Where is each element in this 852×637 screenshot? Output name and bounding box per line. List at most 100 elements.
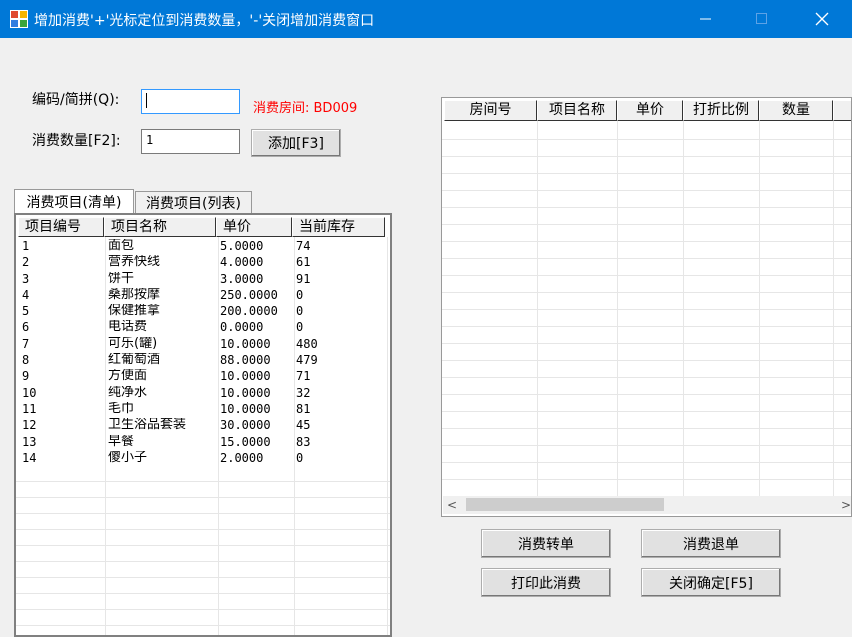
item-stock: 479	[296, 353, 318, 368]
item-code: 10	[22, 385, 37, 400]
grid-gridlines	[442, 121, 851, 496]
horizontal-scrollbar[interactable]: < >	[443, 496, 851, 514]
room-info: 消费房间: BD009	[253, 101, 358, 116]
item-price: 10.0000	[220, 369, 271, 384]
item-name: 保健推拿	[108, 304, 161, 319]
column-header[interactable]: 当前库存	[292, 217, 385, 237]
list-item[interactable]: 4 桑那按摩 250.0000 0	[18, 288, 388, 304]
item-price: 250.0000	[220, 287, 278, 302]
app-icon	[10, 10, 28, 28]
item-price: 15.0000	[220, 434, 271, 449]
item-name: 傻小子	[108, 450, 148, 465]
item-name: 电话费	[108, 320, 148, 335]
item-code: 1	[22, 239, 30, 253]
list-item[interactable]: 3 饼干 3.0000 91	[18, 272, 388, 288]
item-stock: 61	[296, 255, 311, 270]
item-name: 营养快线	[108, 255, 161, 270]
minimize-button[interactable]	[683, 0, 729, 38]
list-item[interactable]: 14 傻小子 2.0000 0	[18, 451, 388, 467]
column-header[interactable]: 打折比例	[683, 100, 759, 121]
item-code: 13	[22, 434, 37, 449]
item-price: 4.0000	[220, 255, 264, 270]
item-stock: 0	[296, 304, 304, 319]
consumption-grid[interactable]: 房间号 项目名称 单价 打折比例 数量 < >	[441, 97, 852, 517]
item-code: 4	[22, 287, 30, 302]
item-price: 10.0000	[220, 401, 271, 416]
item-stock: 0	[296, 287, 304, 302]
item-code: 2	[22, 255, 30, 270]
item-list[interactable]: 项目编号 项目名称 单价 当前库存 1 面包 5.0000 74 2 营养快线 4.000…	[14, 213, 392, 637]
item-price: 2.0000	[220, 450, 264, 465]
text-cursor	[146, 93, 147, 108]
scroll-right-arrow[interactable]: >	[841, 498, 851, 512]
item-price: 5.0000	[220, 239, 264, 253]
item-code: 6	[22, 320, 30, 335]
scrollbar-thumb[interactable]	[466, 498, 664, 511]
item-list-body: 1 面包 5.0000 74 2 营养快线 4.0000 61 3 饼干 3.0000 9 1 4 桑…	[18, 239, 388, 467]
list-item[interactable]: 8 红葡萄酒 88.0000 479	[18, 353, 388, 369]
scroll-left-arrow[interactable]: <	[447, 498, 457, 512]
column-header[interactable]: 项目名称	[537, 100, 617, 121]
column-header[interactable]: 项目名称	[104, 217, 216, 237]
add-button[interactable]: 添加[F3]	[251, 129, 341, 157]
code-input[interactable]	[141, 89, 240, 114]
print-button[interactable]: 打印此消费	[481, 568, 611, 597]
item-stock: 74	[296, 239, 311, 253]
item-code: 7	[22, 336, 30, 351]
item-name: 早餐	[108, 434, 135, 449]
tab-table-view[interactable]: 消费项目(列表)	[135, 191, 252, 213]
item-price: 0.0000	[220, 320, 264, 335]
close-confirm-button[interactable]: 关闭确定[F5]	[641, 568, 781, 597]
list-item[interactable]: 11 毛巾 10.0000 81	[18, 402, 388, 418]
item-stock: 81	[296, 401, 311, 416]
close-icon	[815, 12, 829, 26]
list-item[interactable]: 6 电话费 0.0000 0	[18, 320, 388, 336]
code-label: 编码/简拼(Q):	[32, 92, 120, 108]
column-header[interactable]: 项目编号	[18, 217, 104, 237]
item-code: 12	[22, 418, 37, 433]
list-item[interactable]: 12 卫生浴品套装 30.0000 45	[18, 418, 388, 434]
column-header[interactable]: 房间号	[444, 100, 537, 121]
item-name: 面包	[108, 239, 135, 253]
item-code: 3	[22, 271, 30, 286]
quantity-label: 消费数量[F2]:	[32, 133, 121, 149]
item-price: 88.0000	[220, 353, 271, 368]
tab-list-view[interactable]: 消费项目(清单)	[14, 189, 134, 213]
list-item[interactable]: 2 营养快线 4.0000 61	[18, 255, 388, 271]
column-header[interactable]: 单价	[216, 217, 292, 237]
item-name: 纯净水	[108, 385, 148, 400]
item-price: 10.0000	[220, 385, 271, 400]
item-stock: 0	[296, 320, 304, 335]
item-price: 10.0000	[220, 336, 271, 351]
item-price: 3.0000	[220, 271, 264, 286]
item-name: 毛巾	[108, 401, 135, 416]
transfer-button[interactable]: 消费转单	[481, 529, 611, 558]
item-name: 卫生浴品套装	[108, 418, 187, 433]
item-list-header: 项目编号 项目名称 单价 当前库存	[18, 217, 385, 237]
column-header[interactable]	[833, 100, 851, 121]
list-item[interactable]: 10 纯净水 10.0000 32	[18, 386, 388, 402]
column-header[interactable]: 单价	[617, 100, 683, 121]
list-item[interactable]: 5 保健推拿 200.0000 0	[18, 304, 388, 320]
list-item[interactable]: 13 早餐 15.0000 83	[18, 435, 388, 451]
column-header[interactable]: 数量	[759, 100, 833, 121]
item-name: 桑那按摩	[108, 287, 161, 302]
item-stock: 480	[296, 336, 318, 351]
list-item[interactable]: 1 面包 5.0000 74	[18, 239, 388, 255]
item-name: 饼干	[108, 271, 135, 286]
item-code: 5	[22, 304, 30, 319]
item-price: 30.0000	[220, 418, 271, 433]
item-code: 9	[22, 369, 30, 384]
item-name: 方便面	[108, 369, 148, 384]
quantity-input[interactable]: 1	[141, 129, 240, 154]
list-item[interactable]: 7 可乐(罐) 10.0000 480	[18, 337, 388, 353]
close-button[interactable]	[799, 0, 845, 38]
list-item[interactable]: 9 方便面 10.0000 71	[18, 369, 388, 385]
item-stock: 45	[296, 418, 311, 433]
item-name: 红葡萄酒	[108, 353, 161, 368]
maximize-button	[739, 0, 785, 38]
consumption-grid-header: 房间号 项目名称 单价 打折比例 数量	[444, 100, 851, 121]
item-stock: 32	[296, 385, 311, 400]
item-name: 可乐(罐)	[108, 336, 158, 351]
refund-button[interactable]: 消费退单	[641, 529, 781, 558]
